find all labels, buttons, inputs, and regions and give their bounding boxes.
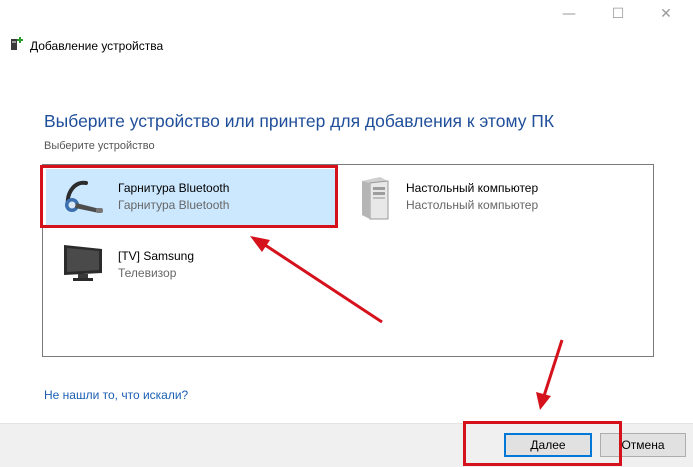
annotation-arrows (250, 236, 564, 410)
arrow-to-headset-icon (250, 236, 383, 324)
arrow-to-next-icon (536, 339, 564, 410)
